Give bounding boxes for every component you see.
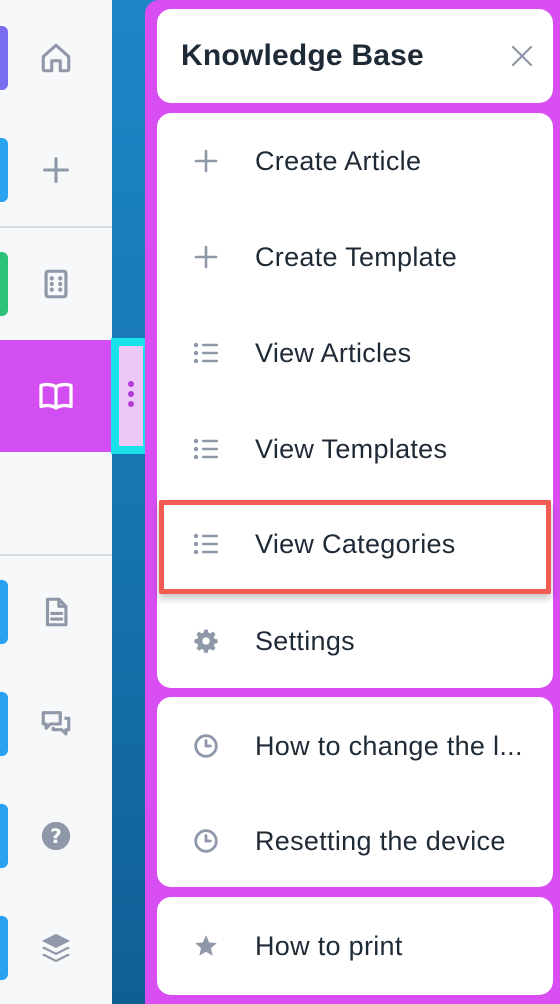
menu-item-view-categories[interactable]: View Categories [157, 501, 553, 587]
list-icon [192, 435, 220, 463]
layers-icon [39, 931, 73, 965]
clock-icon [192, 827, 220, 855]
favorite-item[interactable]: How to print [157, 903, 553, 989]
panel-title: Knowledge Base [181, 39, 424, 72]
sidebar-item-home[interactable] [0, 2, 112, 114]
document-icon [39, 595, 73, 629]
plus-icon [39, 153, 73, 187]
panel-header: Knowledge Base [157, 9, 553, 103]
menu-item-create-template[interactable]: Create Template [157, 214, 553, 300]
menu-item-label: Create Template [255, 241, 458, 272]
home-icon [39, 41, 73, 75]
sidebar-accent [0, 580, 8, 644]
help-icon: ? [39, 819, 73, 853]
menu-item-label: Settings [255, 625, 355, 656]
sidebar-item-chat[interactable] [0, 668, 112, 780]
menu-item-label: View Articles [255, 337, 412, 368]
plus-icon [192, 147, 220, 175]
sidebar-item-documents[interactable] [0, 556, 112, 668]
list-icon [192, 339, 220, 367]
gear-icon [192, 627, 220, 655]
menu-item-label: View Templates [255, 433, 448, 464]
recent-articles: How to change the l... Resetting the dev… [157, 697, 553, 887]
building-icon [39, 267, 73, 301]
chat-icon [39, 707, 73, 741]
menu-item-view-articles[interactable]: View Articles [157, 310, 553, 396]
close-button[interactable] [507, 43, 537, 73]
list-icon [192, 530, 220, 558]
sidebar-item-organization[interactable] [0, 228, 112, 340]
favorite-item-label: How to print [255, 930, 403, 961]
plus-icon [192, 243, 220, 271]
sidebar-accent [0, 26, 8, 90]
sidebar-accent [0, 692, 8, 756]
sidebar-accent [0, 916, 8, 980]
drag-handle[interactable] [119, 346, 143, 446]
sidebar-item-layers[interactable] [0, 892, 112, 1004]
book-icon [38, 378, 74, 414]
star-icon [192, 932, 220, 960]
recent-item-label: How to change the l... [255, 730, 523, 761]
close-icon [510, 44, 534, 73]
menu-item-settings[interactable]: Settings [157, 598, 553, 684]
sidebar-accent [0, 252, 8, 316]
menu-item-create-article[interactable]: Create Article [157, 118, 553, 204]
clock-icon [192, 732, 220, 760]
menu-item-label: Create Article [255, 145, 422, 176]
sidebar-item-create[interactable] [0, 114, 112, 226]
sidebar-item-help[interactable]: ? [0, 780, 112, 892]
actions-menu: Create Article Create Template View Arti… [157, 113, 553, 688]
vertical-dots-icon [127, 379, 135, 414]
recent-item-label: Resetting the device [255, 825, 506, 856]
sidebar-accent [0, 804, 8, 868]
knowledge-base-panel: Knowledge Base Create Article Create Tem… [145, 0, 560, 1004]
sidebar-item-knowledge-base[interactable] [0, 340, 112, 452]
svg-text:?: ? [50, 825, 62, 848]
sidebar: ? [0, 0, 112, 1004]
sidebar-accent [0, 138, 8, 202]
menu-item-label: View Categories [255, 528, 456, 559]
menu-item-view-templates[interactable]: View Templates [157, 406, 553, 492]
recent-item[interactable]: How to change the l... [157, 703, 553, 789]
favorite-articles: How to print [157, 897, 553, 995]
recent-item[interactable]: Resetting the device [157, 798, 553, 884]
